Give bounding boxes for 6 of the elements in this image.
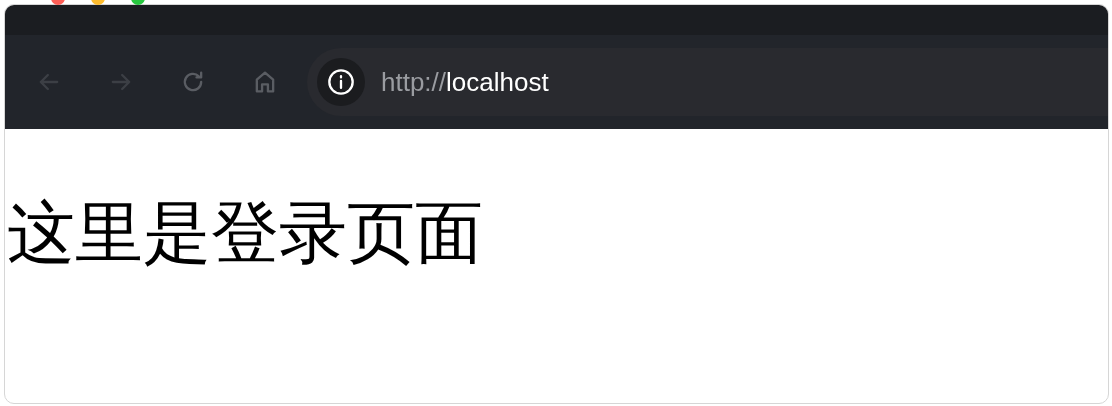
address-bar[interactable]: http://localhost: [307, 48, 1108, 116]
page-heading: 这里是登录页面: [7, 193, 483, 273]
url-host: localhost: [446, 65, 549, 99]
info-icon: [327, 68, 355, 96]
url-scheme: http://: [381, 65, 447, 99]
site-info-button[interactable]: [317, 58, 365, 106]
